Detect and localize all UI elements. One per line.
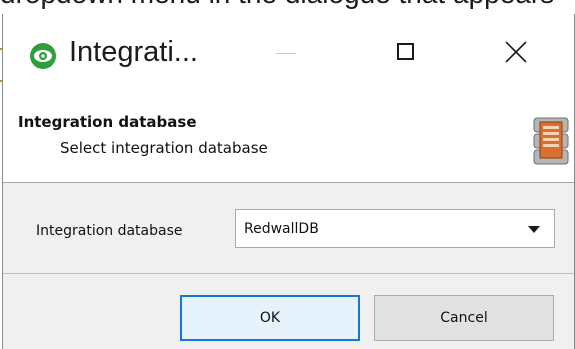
integration-database-select[interactable]: RedwallDB (235, 209, 555, 248)
divider (3, 273, 574, 274)
minimize-button[interactable] (256, 30, 320, 74)
title-bar[interactable]: Integrati... (3, 14, 574, 86)
close-button[interactable] (484, 30, 548, 74)
window-title: Integrati... (69, 36, 198, 68)
dialog-body: Integration database RedwallDB OK Cancel (3, 183, 574, 349)
maximize-button[interactable] (374, 30, 438, 74)
header-subtitle: Select integration database (60, 139, 268, 157)
eye-icon (29, 42, 57, 70)
ok-button[interactable]: OK (180, 295, 360, 341)
integration-dialog: Integrati... Integration database Select… (2, 14, 575, 349)
dialog-header: Integration database Select integration … (3, 86, 574, 183)
select-value: RedwallDB (244, 221, 319, 237)
database-icon (531, 116, 571, 166)
background-caption: dropdown menu in the dialogue that appea… (0, 0, 575, 10)
integration-database-label: Integration database (36, 223, 183, 239)
maximize-icon (397, 43, 414, 60)
header-title: Integration database (18, 113, 197, 131)
chevron-down-icon (528, 226, 540, 233)
close-icon (505, 41, 527, 63)
cancel-button[interactable]: Cancel (374, 295, 554, 341)
minimize-icon (276, 53, 296, 54)
